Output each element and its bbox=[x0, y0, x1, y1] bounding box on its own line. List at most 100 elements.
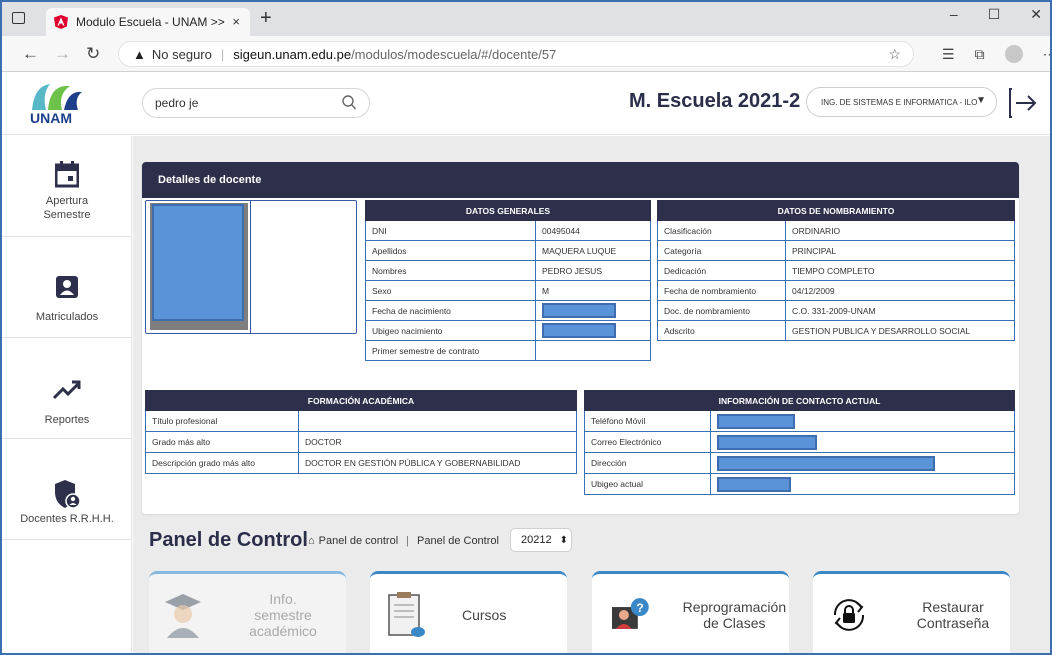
calendar-icon bbox=[55, 161, 79, 188]
general-data-table: DATOS GENERALES DNI 00495044 Apellidos MAQ… bbox=[365, 200, 651, 361]
row-label: Correo Electrónico bbox=[584, 431, 711, 453]
table-row: Primer semestre de contrato bbox=[365, 340, 651, 361]
row-label: Dedicación bbox=[657, 260, 786, 281]
row-value: ORDINARIO bbox=[785, 220, 1015, 241]
sidebar-item-label: Reportes bbox=[44, 414, 90, 426]
security-label: No seguro bbox=[151, 46, 212, 62]
row-value: GESTION PUBLICA Y DESARROLLO SOCIAL bbox=[785, 320, 1015, 341]
profile-avatar[interactable] bbox=[1004, 45, 1023, 63]
career-select-value: ING. DE SISTEMAS E INFORMATICA - ILO bbox=[821, 97, 978, 107]
table-row: Ubigeo actual bbox=[584, 473, 1015, 495]
tile-label: académico bbox=[249, 622, 317, 639]
logo-text: UNAM bbox=[30, 110, 72, 126]
tile-info-semestre[interactable]: Info. semestre académico bbox=[149, 571, 346, 653]
search-icon[interactable] bbox=[341, 94, 357, 112]
clipboard-cloud-icon bbox=[388, 591, 425, 637]
close-window-button[interactable]: ✕ bbox=[1030, 6, 1042, 23]
tile-reprogramacion[interactable]: ? Reprogramación de Clases bbox=[592, 571, 789, 653]
row-value: PRINCIPAL bbox=[785, 240, 1015, 261]
collections-icon[interactable]: ⧉ bbox=[975, 46, 985, 63]
row-value: 04/12/2009 bbox=[785, 280, 1015, 301]
search-value: pedro je bbox=[155, 96, 199, 110]
redacted-value bbox=[710, 473, 1015, 495]
redacted-value bbox=[535, 320, 651, 341]
teacher-details-card: Detalles de docente DATOS GENERALES DNI 0… bbox=[142, 162, 1019, 514]
redacted-value bbox=[710, 431, 1015, 453]
url-host: sigeun.unam.edu.pe bbox=[233, 46, 352, 62]
row-label: Dirección bbox=[584, 452, 711, 474]
sidebar-item-docentes[interactable]: Docentes R.R.H.H. bbox=[2, 439, 132, 540]
card-title: Detalles de docente bbox=[142, 162, 1019, 198]
table-row: Ubigeo nacimiento bbox=[365, 320, 651, 341]
table-row: Fecha de nombramiento 04/12/2009 bbox=[657, 280, 1015, 301]
browser-tab[interactable]: Modulo Escuela - UNAM >> × bbox=[46, 8, 250, 36]
forward-arrow-icon[interactable]: → bbox=[54, 44, 71, 64]
graduate-icon bbox=[165, 593, 201, 638]
contact-table: INFORMACIÓN DE CONTACTO ACTUAL Teléfono … bbox=[584, 390, 1015, 495]
table-row: Dedicación TIEMPO COMPLETO bbox=[657, 260, 1015, 281]
search-input[interactable]: pedro je bbox=[142, 88, 370, 118]
breadcrumb: ⌂ Panel de control | Panel de Control bbox=[308, 535, 499, 547]
row-label: Ubigeo actual bbox=[584, 473, 711, 495]
chevron-down-icon: ▼ bbox=[976, 95, 986, 106]
table-row: Clasificación ORDINARIO bbox=[657, 220, 1015, 241]
tile-label: de Clases bbox=[703, 614, 766, 631]
new-tab-button[interactable]: + bbox=[260, 7, 272, 30]
person-badge-icon bbox=[56, 276, 78, 298]
minimize-button[interactable]: – bbox=[950, 6, 958, 23]
url-field[interactable]: ▲ No seguro | sigeun.unam.edu.pe /modulo… bbox=[118, 41, 914, 67]
row-label: Descripción grado más alto bbox=[145, 452, 299, 474]
table-row: DNI 00495044 bbox=[365, 220, 651, 241]
photo-frame bbox=[145, 200, 357, 334]
sidebar: Apertura Semestre Matriculados Reportes bbox=[2, 136, 132, 653]
favorites-list-icon[interactable]: ☰ bbox=[942, 46, 955, 63]
redacted-value bbox=[710, 410, 1015, 432]
back-arrow-icon[interactable]: ← bbox=[22, 44, 39, 64]
tile-cursos[interactable]: Cursos bbox=[370, 571, 567, 653]
url-path: /modulos/modescuela/#/docente/57 bbox=[351, 46, 557, 62]
shield-user-icon bbox=[55, 480, 80, 509]
row-label: Adscrito bbox=[657, 320, 786, 341]
tile-label: Cursos bbox=[462, 606, 507, 623]
breadcrumb-link[interactable]: Panel de control bbox=[319, 535, 399, 547]
sidebar-item-label: Matriculados bbox=[35, 311, 99, 323]
table-row: Teléfono Móvil bbox=[584, 410, 1015, 432]
row-label: Categoría bbox=[657, 240, 786, 261]
tile-restaurar[interactable]: Restaurar Contraseña bbox=[813, 571, 1010, 653]
table-row: Dirección bbox=[584, 452, 1015, 474]
unam-logo: UNAM bbox=[24, 80, 88, 128]
tab-actions-icon[interactable] bbox=[12, 12, 25, 24]
table-row: Doc. de nombramiento C.O. 331-2009-UNAM bbox=[657, 300, 1015, 321]
tile-label: Restaurar bbox=[922, 598, 984, 615]
semester-select[interactable]: 20212 ⬍ bbox=[510, 528, 572, 552]
sidebar-item-apertura[interactable]: Apertura Semestre bbox=[2, 136, 132, 237]
favorite-star-icon[interactable]: ☆ bbox=[888, 46, 901, 63]
maximize-button[interactable]: ☐ bbox=[988, 6, 1001, 23]
row-value: PEDRO JESUS bbox=[535, 260, 651, 281]
reload-icon[interactable]: ↻ bbox=[86, 44, 100, 64]
table-heading: DATOS GENERALES bbox=[365, 200, 651, 221]
row-label: Primer semestre de contrato bbox=[365, 340, 536, 361]
row-label: Ubigeo nacimiento bbox=[365, 320, 536, 341]
sidebar-item-reportes[interactable]: Reportes bbox=[2, 338, 132, 439]
sidebar-item-label: Apertura Semestre bbox=[43, 195, 91, 221]
tab-close-icon[interactable]: × bbox=[232, 14, 240, 29]
table-row: Correo Electrónico bbox=[584, 431, 1015, 453]
table-row: Fecha de nacimiento bbox=[365, 300, 651, 321]
home-icon[interactable]: ⌂ bbox=[308, 535, 315, 547]
lock-refresh-icon bbox=[833, 598, 865, 631]
logout-icon[interactable] bbox=[1008, 87, 1038, 119]
sidebar-item-matriculados[interactable]: Matriculados bbox=[2, 237, 132, 338]
more-menu-icon[interactable]: ⋯ bbox=[1043, 46, 1050, 63]
teacher-photo bbox=[150, 203, 248, 330]
table-heading: DATOS DE NOMBRAMIENTO bbox=[657, 200, 1015, 221]
warning-icon: ▲ bbox=[133, 46, 146, 62]
table-row: Título profesional bbox=[145, 410, 577, 432]
app-header: UNAM pedro je M. Escuela 2021-2 ING. DE … bbox=[2, 72, 1050, 135]
education-table: FORMACIÓN ACADÉMICA Título profesional G… bbox=[145, 390, 577, 474]
main-content: Detalles de docente DATOS GENERALES DNI 0… bbox=[133, 136, 1050, 653]
career-select[interactable]: ING. DE SISTEMAS E INFORMATICA - ILO ▼ bbox=[806, 87, 997, 117]
browser-window: Modulo Escuela - UNAM >> × + – ☐ ✕ ← → ↻… bbox=[0, 0, 1052, 655]
table-row: Adscrito GESTION PUBLICA Y DESARROLLO SOC… bbox=[657, 320, 1015, 341]
row-value bbox=[535, 340, 651, 361]
